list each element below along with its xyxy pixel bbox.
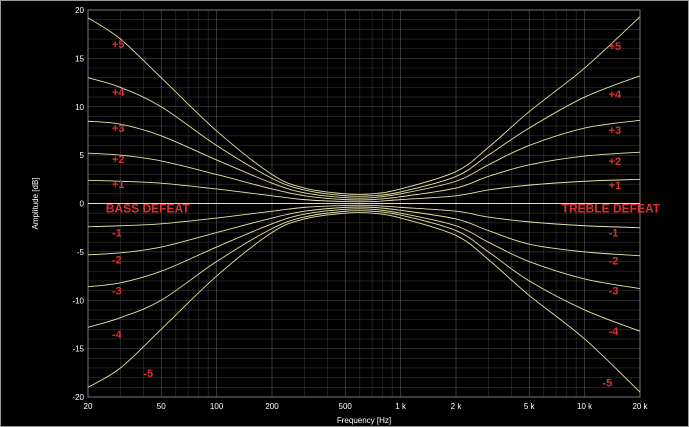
annotation-label: BASS DEFEAT [106, 201, 190, 215]
curve-series-1 [87, 75, 641, 197]
annotation-label: -3 [112, 286, 122, 298]
y-axis-label: Amplitude [dB] [31, 177, 40, 229]
annotation-label: +1 [112, 179, 125, 191]
y-tick-label: 20 [75, 6, 84, 15]
y-tick-label: 0 [80, 200, 85, 209]
y-tick-label: -15 [72, 345, 84, 354]
curve-series-2 [87, 119, 641, 199]
x-tick-label: 5 k [524, 402, 536, 411]
x-tick-label: 20 [84, 402, 93, 411]
annotation-label: +5 [609, 41, 622, 53]
annotation-label: -2 [609, 256, 619, 268]
annotation-label: +2 [112, 154, 125, 166]
annotation-label: +4 [112, 87, 125, 99]
x-tick-label: 100 [210, 402, 224, 411]
annotation-label: -1 [112, 228, 122, 240]
x-tick-label: 50 [157, 402, 166, 411]
curve-series-0 [87, 16, 641, 195]
curve-series-3 [87, 151, 641, 201]
annotation-label: -4 [609, 326, 620, 338]
annotation-label: TREBLE DEFEAT [562, 201, 661, 215]
x-tick-label: 10 k [577, 402, 593, 411]
y-tick-label: -20 [72, 393, 84, 402]
annotation-label: -4 [112, 329, 123, 341]
x-tick-label: 2 k [451, 402, 463, 411]
annotation-label: +2 [609, 156, 622, 168]
y-tick-label: 10 [75, 103, 84, 112]
y-tick-label: -5 [77, 248, 85, 257]
annotation-label: +3 [609, 125, 622, 137]
x-tick-label: 500 [339, 402, 353, 411]
annotation-label: -3 [609, 286, 619, 298]
annotation-label: -2 [112, 255, 122, 267]
eq-response-chart: 20151050-5-10-15-2020 50 100 200 500 1 k2 k5 … [31, 6, 661, 425]
annotation-label: -5 [143, 368, 153, 380]
annotation-label: +4 [609, 89, 622, 101]
annotation-label: -1 [609, 228, 619, 240]
y-tick-label: -10 [72, 296, 84, 305]
x-axis-label: Frequency [Hz] [337, 416, 391, 425]
curve-series-10 [87, 212, 641, 393]
annotation-label: +5 [112, 39, 125, 51]
x-tick-label: 1 k [395, 402, 407, 411]
x-tick-label: 200 [265, 402, 279, 411]
annotation-label: +1 [609, 180, 622, 192]
annotation-label: -5 [602, 377, 612, 389]
y-tick-label: 15 [75, 54, 84, 63]
y-tick-label: 5 [80, 151, 85, 160]
annotation-label: +3 [112, 123, 125, 135]
x-tick-label: 20 k [632, 402, 648, 411]
